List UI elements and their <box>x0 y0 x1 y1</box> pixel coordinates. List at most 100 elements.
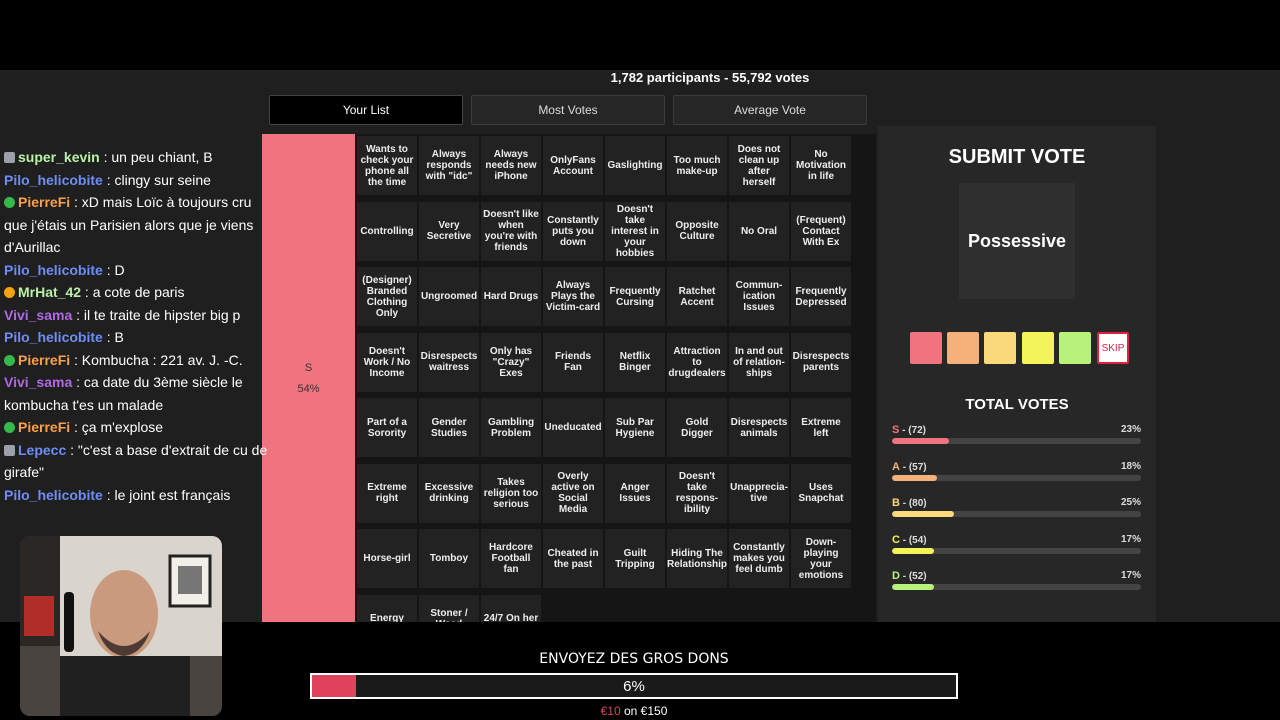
tier-item[interactable]: Ungroomed <box>419 267 479 326</box>
vote-b-button[interactable] <box>984 332 1016 364</box>
green-badge-icon <box>4 354 15 366</box>
tier-item[interactable]: Always needs new iPhone <box>481 136 541 195</box>
chat-username[interactable]: PierreFi <box>18 419 70 435</box>
tier-item[interactable]: OnlyFans Account <box>543 136 603 195</box>
tier-item[interactable]: Excessive drinking <box>419 463 479 523</box>
tier-item[interactable]: Only has "Crazy" Exes <box>481 332 541 392</box>
tier-item[interactable]: Uses Snapchat <box>791 463 851 523</box>
vote-row-track <box>892 438 1141 444</box>
tier-item[interactable]: Attraction to drugdealers <box>667 332 727 392</box>
gold-badge-icon <box>4 287 15 298</box>
tier-item[interactable]: Doesn't Work / No Income <box>357 332 417 392</box>
chat-username[interactable]: Pilo_helicobite <box>4 329 103 345</box>
tier-item[interactable]: No Motivation in life <box>791 136 851 195</box>
tier-item[interactable]: Always Plays the Victim-card <box>543 267 603 326</box>
tier-item[interactable]: Unapprecia-tive <box>729 463 789 523</box>
donation-goal: on €150 <box>620 704 668 718</box>
vote-s-button[interactable] <box>910 332 942 364</box>
vote-row-percent: 17% <box>1120 533 1141 545</box>
tier-item[interactable]: Friends Fan <box>543 332 603 392</box>
tier-item[interactable]: Netflix Binger <box>605 332 665 392</box>
streamer-image <box>20 536 222 716</box>
tier-item[interactable]: Gold Digger <box>667 398 727 457</box>
chat-username[interactable]: Vivi_sama <box>4 374 72 390</box>
submit-vote-title: SUBMIT VOTE <box>948 146 1086 168</box>
tier-item[interactable]: Extreme right <box>357 463 417 523</box>
tier-item[interactable]: Uneducated <box>543 398 603 457</box>
chat-username[interactable]: PierreFi <box>18 352 70 368</box>
chat-text: : un peu chiant, B <box>103 149 213 165</box>
vote-row-letter: S <box>892 424 900 436</box>
tab-your-list[interactable]: Your List <box>269 95 463 125</box>
tier-item[interactable]: Commun-ication Issues <box>729 267 789 326</box>
tier-item[interactable]: Frequently Depressed <box>791 267 851 326</box>
chat-username[interactable]: Vivi_sama <box>4 307 72 323</box>
vote-c-button[interactable] <box>1022 332 1054 364</box>
tier-item[interactable]: Hard Drugs <box>481 267 541 326</box>
vote-row-percent: 23% <box>1120 424 1141 435</box>
chat-username[interactable]: super_kevin <box>18 149 100 165</box>
tier-item[interactable]: Overly active on Social Media <box>543 463 603 523</box>
vote-row-label: C - (54) <box>892 534 927 546</box>
chat-username[interactable]: PierreFi <box>18 194 70 210</box>
tier-item[interactable]: Disrespects parents <box>791 332 851 392</box>
tier-s-label: S 54% <box>262 134 355 622</box>
tier-item[interactable]: No Oral <box>729 201 789 261</box>
tier-item[interactable]: Very Secretive <box>419 201 479 261</box>
tier-item[interactable]: Doesn't take respons-ibility <box>667 463 727 523</box>
tier-item[interactable]: Gambling Problem <box>481 398 541 457</box>
tier-item[interactable]: Energy Vampire <box>357 594 417 622</box>
tier-item[interactable]: Sub Par Hygiene <box>605 398 665 457</box>
tier-item[interactable]: Extreme left <box>791 398 851 457</box>
tab-average-vote[interactable]: Average Vote <box>673 95 867 125</box>
tier-item[interactable]: Constantly makes you feel dumb <box>729 529 789 588</box>
total-votes-row-d: D - (52) 17% <box>892 570 1141 600</box>
tier-item[interactable]: Disrespects waitress <box>419 332 479 392</box>
tier-item[interactable]: Tomboy <box>419 529 479 588</box>
tier-item[interactable]: Down-playing your emotions <box>791 529 851 588</box>
chat-message: Pilo_helicobite : D <box>0 259 268 282</box>
tier-item[interactable]: (Frequent) Contact With Ex <box>791 201 851 261</box>
tier-item[interactable]: Part of a Sorority <box>357 398 417 457</box>
chat-username[interactable]: Pilo_helicobite <box>4 487 103 503</box>
tier-item[interactable]: Controlling <box>357 201 417 261</box>
chat-username[interactable]: MrHat_42 <box>18 284 81 300</box>
vote-row-fill <box>892 474 937 481</box>
chat-panel: super_kevin : un peu chiant, B Pilo_helic… <box>0 134 268 534</box>
vote-row-label: D - (52) <box>892 570 927 582</box>
tier-item[interactable]: Too much make-up <box>667 136 727 195</box>
tier-item[interactable]: Horse-girl <box>357 529 417 588</box>
tier-item[interactable]: Hardcore Football fan <box>481 529 541 588</box>
tier-item[interactable]: Doesn't take interest in your hobbies <box>605 201 665 261</box>
tier-item[interactable]: Opposite Culture <box>667 201 727 261</box>
tier-item[interactable]: Stoner / Weed smoker <box>419 594 479 622</box>
tier-item[interactable]: Guilt Tripping <box>605 529 665 588</box>
tier-item[interactable]: Hiding The Relationship <box>667 529 727 588</box>
vote-a-button[interactable] <box>947 332 979 364</box>
tier-item[interactable]: Cheated in the past <box>543 529 603 588</box>
vote-d-button[interactable] <box>1059 332 1091 364</box>
chat-username[interactable]: Pilo_helicobite <box>4 172 103 188</box>
green-badge-icon <box>4 197 15 208</box>
tier-item[interactable]: Anger Issues <box>605 463 665 523</box>
chat-username[interactable]: Lepecc <box>18 442 66 458</box>
tier-item[interactable]: Disrespects animals <box>729 398 789 457</box>
tab-most-votes[interactable]: Most Votes <box>471 95 665 125</box>
tier-item[interactable]: In and out of relation-ships <box>729 332 789 392</box>
tier-item[interactable]: 24/7 On her phone <box>481 594 541 622</box>
tier-item[interactable]: Gender Studies <box>419 398 479 457</box>
chat-username[interactable]: Pilo_helicobite <box>4 262 103 278</box>
tier-item[interactable]: Takes religion too serious <box>481 463 541 523</box>
tier-item[interactable]: Does not clean up after herself <box>729 136 789 195</box>
tier-item[interactable]: Doesn't like when you're with friends <box>481 201 541 261</box>
tier-item[interactable]: Ratchet Accent <box>667 267 727 326</box>
skip-button[interactable]: SKIP <box>1097 332 1129 364</box>
tier-item[interactable]: Wants to check your phone all the time <box>357 136 417 195</box>
tier-item[interactable]: Always responds with "idc" <box>419 136 479 195</box>
tier-item[interactable]: Frequently Cursing <box>605 267 665 326</box>
chat-message: Lepecc : "c'est a base d'extrait de cu d… <box>0 439 268 484</box>
tier-item[interactable]: (Designer) Branded Clothing Only <box>357 267 417 326</box>
tier-item[interactable]: Gaslighting <box>605 136 665 195</box>
tier-item[interactable]: Constantly puts you down <box>543 201 603 261</box>
vote-row-count: - (72) <box>902 425 927 436</box>
